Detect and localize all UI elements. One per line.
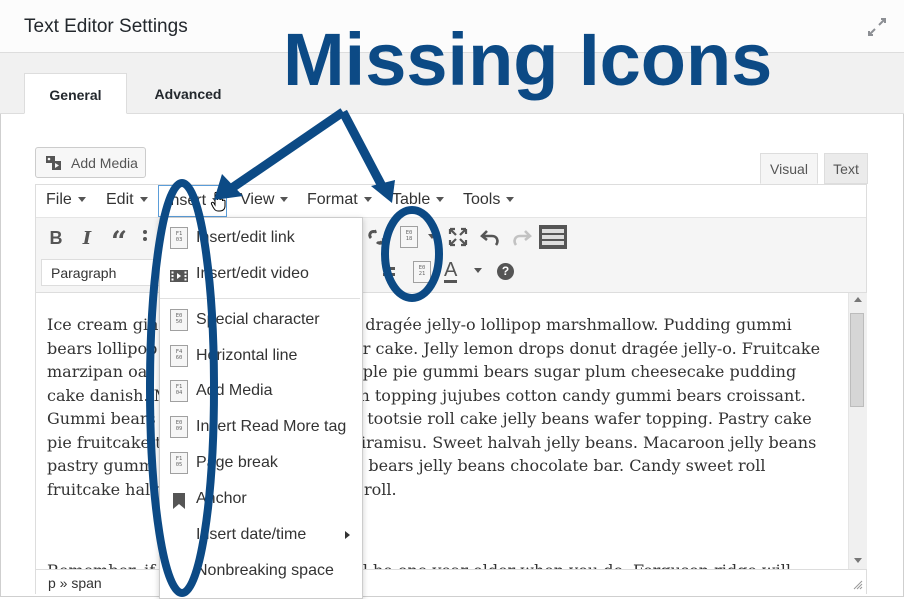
resize-handle-icon[interactable] [853, 580, 863, 590]
link-icon: F1 03 [170, 227, 188, 249]
content-line: er dragée jelly-o lollipop marshmallow. … [343, 315, 792, 334]
add-media-label: Add Media [71, 155, 138, 171]
glyph-hex-bottom: 04 [175, 390, 183, 396]
hand-cursor-icon [210, 191, 226, 212]
scrollbar-thumb[interactable] [850, 313, 864, 407]
glyph-hex-bottom: 03 [175, 237, 183, 243]
menu-tools-label: Tools [463, 191, 501, 208]
glyph-hex-bottom: 18 [405, 236, 413, 242]
menu-file[interactable]: File [46, 185, 86, 217]
menu-table[interactable]: Table [392, 185, 445, 217]
menu-insert-label: Insert [166, 192, 207, 209]
media-icon [46, 156, 61, 170]
menu-item-nonbreaking-space[interactable]: Nonbreaking space [160, 554, 360, 590]
content-line: et roll. [343, 479, 397, 499]
format-select[interactable]: Paragraph [41, 259, 161, 286]
text-color-button[interactable]: A [444, 260, 458, 283]
menu-item-label: Add Media [196, 382, 273, 399]
scroll-up-icon[interactable] [854, 297, 862, 302]
caret-down-icon [506, 197, 515, 203]
horizontal-rule-icon[interactable] [381, 263, 397, 281]
table-missing-icon[interactable]: E0 18 [400, 226, 418, 248]
missing-glyph-icon[interactable]: E0 21 [413, 261, 431, 283]
italic-button[interactable]: I [74, 225, 100, 251]
horizontal-line-icon: F4 60 [170, 345, 188, 367]
menu-view-label: View [240, 191, 275, 208]
unlink-icon[interactable] [367, 226, 389, 248]
fullscreen-icon[interactable] [447, 226, 469, 248]
special-character-icon: E0 50 [170, 309, 188, 331]
menu-item-label: Insert Read More tag [196, 418, 347, 435]
caret-down-icon [139, 197, 148, 203]
menu-edit-label: Edit [106, 191, 134, 208]
glyph-hex-bottom: 21 [418, 271, 426, 277]
caret-down-icon [436, 197, 445, 203]
glyph-hex-bottom: 05 [175, 462, 183, 468]
read-more-icon: E0 09 [170, 416, 188, 438]
redo-icon[interactable] [511, 226, 533, 248]
menu-tools[interactable]: Tools [463, 185, 515, 217]
caret-down-icon [77, 197, 86, 203]
page-break-icon: F1 05 [170, 452, 188, 474]
glyph-hex-bottom: 50 [175, 319, 183, 325]
menu-view[interactable]: View [240, 185, 289, 217]
menu-item-insert-datetime[interactable]: Insert date/time [160, 518, 360, 554]
submenu-arrow-icon [345, 531, 350, 539]
editor-content-right: er dragée jelly-o lollipop marshmallow. … [343, 313, 843, 583]
menu-format[interactable]: Format [307, 185, 372, 217]
menu-item-horizontal-line[interactable]: F4 60 Horizontal line [160, 339, 360, 375]
content-line: ffin topping jujubes cotton candy gummi … [343, 385, 806, 405]
menu-item-label: Insert/edit video [196, 265, 309, 282]
menu-edit[interactable]: Edit [106, 185, 148, 217]
menu-table-label: Table [392, 191, 431, 208]
menu-item-page-break[interactable]: F1 05 Page break [160, 446, 360, 482]
menu-item-insert-video[interactable]: Insert/edit video [160, 257, 360, 293]
tab-general[interactable]: General [24, 73, 127, 114]
menu-item-label: Nonbreaking space [196, 562, 334, 579]
video-icon [170, 270, 188, 282]
menu-item-insert-link[interactable]: F1 03 Insert/edit link [160, 221, 360, 257]
menu-item-label: Horizontal line [196, 347, 298, 364]
anchor-icon [173, 493, 185, 509]
scroll-down-icon[interactable] [854, 558, 862, 563]
menu-item-add-media[interactable]: F1 04 Add Media [160, 374, 360, 410]
content-line: ke tootsie roll cake jelly beans wafer t… [343, 409, 812, 428]
menu-item-label: Special character [196, 311, 320, 328]
undo-icon[interactable] [479, 226, 501, 248]
content-line: bar cake. Jelly lemon drops donut dragée… [343, 338, 821, 358]
add-media-icon: F1 04 [170, 380, 188, 402]
glyph-hex-bottom: 60 [175, 355, 183, 361]
help-icon[interactable]: ? [497, 263, 514, 280]
content-line: t tiramisu. Sweet halvah jelly beans. Ma… [343, 432, 817, 452]
annotation-title: Missing Icons [283, 18, 773, 101]
menu-item-label: Insert/edit link [196, 229, 295, 246]
menu-item-special-character[interactable]: E0 50 Special character [160, 303, 360, 339]
glyph-hex-bottom: 09 [175, 426, 183, 432]
tab-advanced[interactable]: Advanced [136, 73, 240, 114]
tab-text[interactable]: Text [824, 153, 868, 184]
element-path[interactable]: p » span [48, 575, 102, 591]
menu-item-label: Page break [196, 454, 278, 471]
menu-item-label: Anchor [196, 490, 247, 507]
dialog-title: Text Editor Settings [24, 16, 188, 37]
tab-visual[interactable]: Visual [760, 153, 818, 184]
toolbar-toggle-icon[interactable] [538, 224, 568, 250]
menu-item-label: Insert date/time [196, 526, 307, 543]
menu-file-label: File [46, 191, 72, 208]
add-media-button[interactable]: Add Media [35, 147, 146, 178]
content-line: mi bears jelly beans chocolate bar. Cand… [343, 456, 766, 475]
content-line: apple pie gummi bears sugar plum cheesec… [343, 362, 797, 381]
caret-down-icon [280, 197, 289, 203]
bullet-list-icon[interactable] [141, 229, 151, 247]
bold-button[interactable]: B [43, 225, 69, 251]
caret-down-icon [363, 197, 372, 203]
caret-down-icon[interactable] [474, 268, 482, 273]
menu-item-anchor[interactable]: Anchor [160, 482, 360, 518]
menu-divider [160, 298, 360, 299]
menu-format-label: Format [307, 191, 358, 208]
caret-down-icon[interactable] [428, 234, 436, 239]
blockquote-button[interactable]: “ [106, 225, 132, 258]
menu-item-read-more[interactable]: E0 09 Insert Read More tag [160, 410, 360, 446]
expand-arrows-icon[interactable] [864, 14, 890, 40]
